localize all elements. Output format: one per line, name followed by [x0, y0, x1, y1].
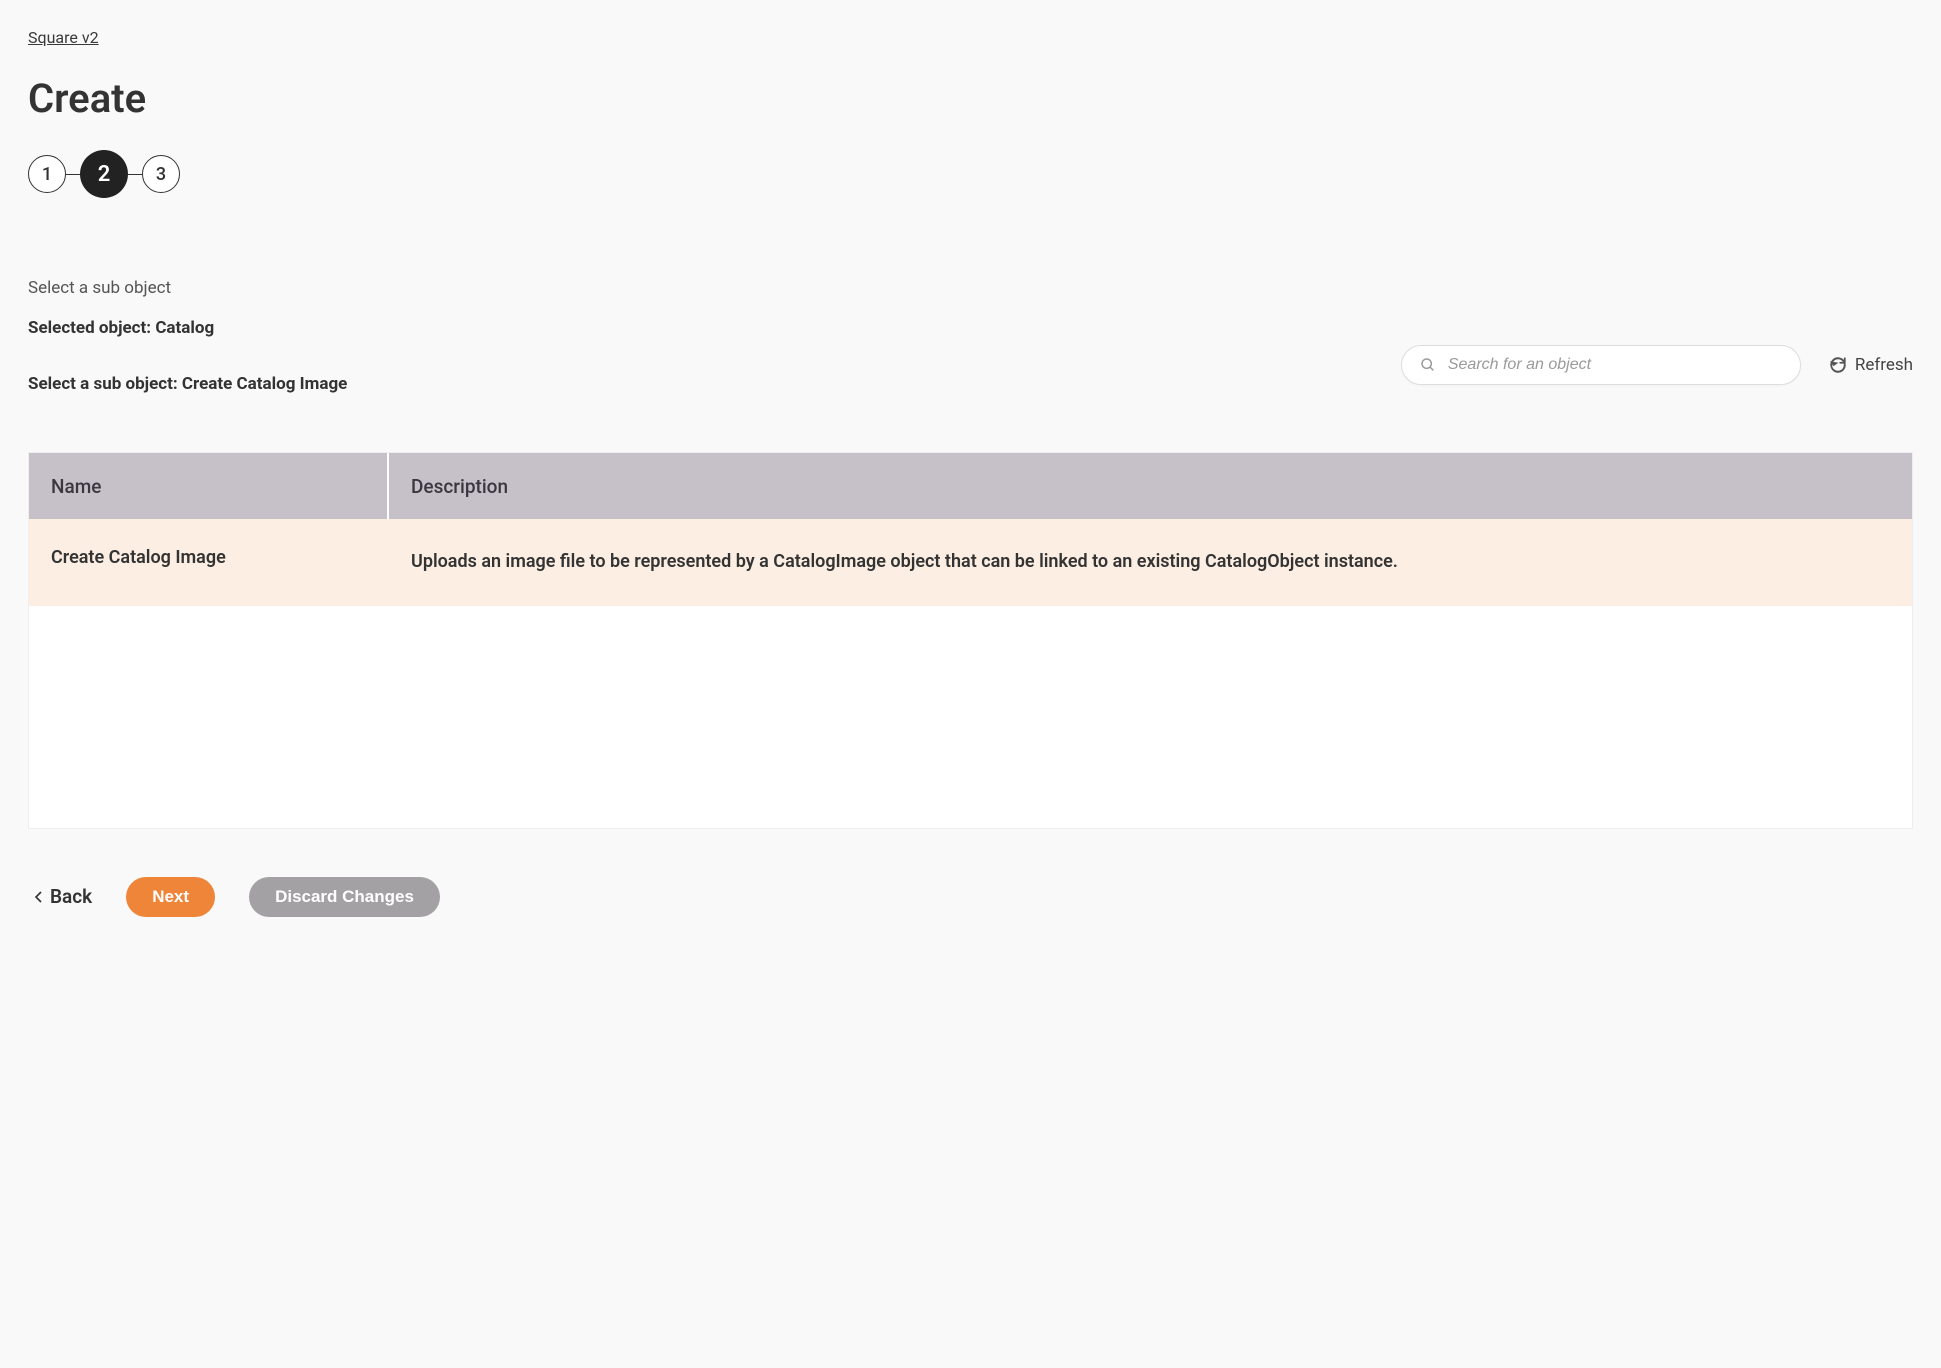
search-box[interactable]: [1401, 345, 1801, 385]
subobject-line: Select a sub object: Create Catalog Imag…: [28, 374, 347, 394]
table-header: Name Description: [29, 453, 1912, 519]
breadcrumb-link[interactable]: Square v2: [28, 28, 99, 47]
page-title: Create: [28, 75, 1913, 122]
selected-object-line: Selected object: Catalog: [28, 318, 347, 338]
discard-button[interactable]: Discard Changes: [249, 877, 440, 917]
subobject-prefix: Select a sub object:: [28, 374, 182, 394]
section-label: Select a sub object: [28, 278, 1913, 298]
back-label: Back: [50, 885, 92, 908]
back-button[interactable]: Back: [34, 885, 92, 908]
footer-buttons: Back Next Discard Changes: [28, 877, 1913, 917]
refresh-button[interactable]: Refresh: [1829, 355, 1913, 375]
header-name: Name: [29, 453, 389, 519]
header-description: Description: [389, 475, 1912, 498]
table-row[interactable]: Create Catalog Image Uploads an image fi…: [29, 519, 1912, 608]
step-3[interactable]: 3: [142, 155, 180, 193]
objects-table: Name Description Create Catalog Image Up…: [28, 452, 1913, 829]
step-connector: [128, 174, 142, 175]
selected-object-value: Catalog: [155, 318, 214, 338]
selected-object-prefix: Selected object:: [28, 318, 155, 338]
step-2[interactable]: 2: [80, 150, 128, 198]
step-connector: [66, 174, 80, 175]
table-empty-space: [29, 608, 1912, 828]
refresh-label: Refresh: [1855, 355, 1913, 375]
subobject-value: Create Catalog Image: [182, 374, 347, 394]
stepper: 1 2 3: [28, 150, 1913, 198]
row-name: Create Catalog Image: [29, 547, 389, 568]
refresh-icon: [1829, 356, 1847, 374]
chevron-left-icon: [34, 890, 44, 904]
step-1[interactable]: 1: [28, 155, 66, 193]
row-description: Uploads an image file to be represented …: [389, 547, 1912, 578]
search-input[interactable]: [1448, 356, 1782, 374]
next-button[interactable]: Next: [126, 877, 215, 917]
search-icon: [1420, 357, 1436, 373]
